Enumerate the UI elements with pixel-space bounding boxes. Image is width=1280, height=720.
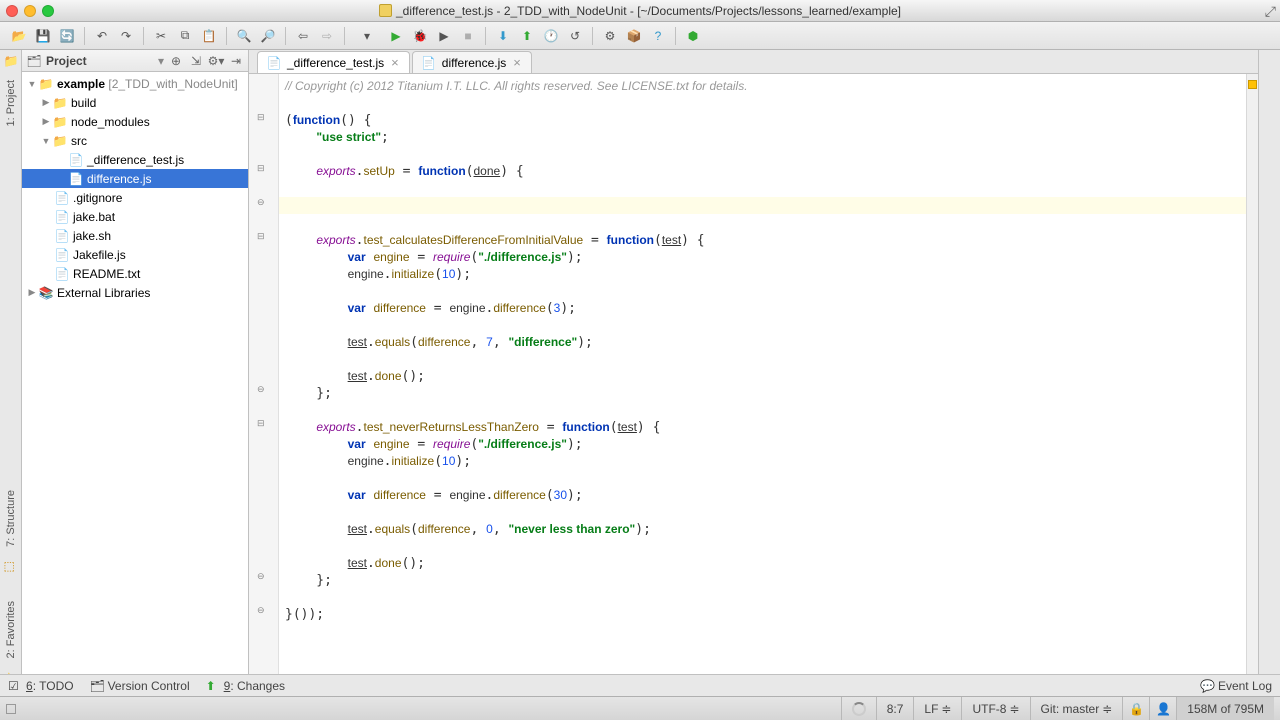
replace-icon[interactable]: 🔎 [257, 25, 279, 47]
vcs-history-icon[interactable]: 🕐 [540, 25, 562, 47]
tree-root[interactable]: ▼📁example [2_TDD_with_NodeUnit] [22, 74, 248, 93]
tree-file-jakefile[interactable]: 📄Jakefile.js [22, 245, 248, 264]
file-icon [379, 4, 392, 17]
code-editor[interactable]: ⊟ ⊟ ⊖ ⊟ ⊖ ⊟ ⊖ ⊖ // Copyright (c) 2012 Ti… [249, 74, 1258, 696]
right-tool-rail [1258, 50, 1280, 696]
window-title: _difference_test.js - 2_TDD_with_NodeUni… [0, 3, 1280, 18]
favorites-tool-label[interactable]: 2: Favorites [5, 595, 17, 664]
project-panel-title: Project [46, 54, 154, 68]
inspector-icon[interactable]: 👤 [1156, 702, 1170, 716]
caret-position[interactable]: 8:7 [876, 697, 914, 720]
vcs-update-icon[interactable]: ⬇ [492, 25, 514, 47]
find-icon[interactable]: 🔍 [233, 25, 255, 47]
vcs-revert-icon[interactable]: ↺ [564, 25, 586, 47]
tree-file-jakebat[interactable]: 📄jake.bat [22, 207, 248, 226]
vcs-tool-button[interactable]: 🗂Version Control [90, 679, 190, 693]
bottom-tool-bar: ☑6: TODO 🗂Version Control ⬆9: Changes 💬E… [0, 674, 1280, 696]
tab-diff[interactable]: 📄difference.js× [412, 51, 532, 73]
vcs-commit-icon[interactable]: ⬆ [516, 25, 538, 47]
stop-icon[interactable]: ■ [457, 25, 479, 47]
save-icon[interactable]: 💾 [32, 25, 54, 47]
editor-tabs: 📄_difference_test.js× 📄difference.js× [249, 50, 1258, 74]
config-dropdown[interactable]: ▾ [351, 25, 383, 47]
close-tab-icon[interactable]: × [511, 55, 523, 70]
close-window-button[interactable] [6, 5, 18, 17]
error-stripe[interactable] [1246, 74, 1258, 696]
project-view-icon[interactable]: 🗂 [26, 53, 42, 69]
minimize-window-button[interactable] [24, 5, 36, 17]
project-tree[interactable]: ▼📁example [2_TDD_with_NodeUnit] ▶📁build … [22, 72, 248, 684]
collapse-icon[interactable]: ⇲ [188, 53, 204, 69]
left-tool-rail: 📁 1: Project 7: Structure ⬚ 2: Favorites… [0, 50, 22, 696]
project-tool-icon[interactable]: 📁 [4, 54, 18, 68]
gear-icon[interactable]: ⚙▾ [208, 53, 224, 69]
changes-tool-button[interactable]: ⬆9: Changes [206, 679, 285, 693]
copy-icon[interactable]: ⧉ [174, 25, 196, 47]
project-panel: 🗂 Project ▾ ⊕ ⇲ ⚙▾ ⇥ ▼📁example [2_TDD_wi… [22, 50, 249, 696]
settings-icon[interactable]: ⚙ [599, 25, 621, 47]
editor-gutter[interactable]: ⊟ ⊟ ⊖ ⊟ ⊖ ⊟ ⊖ ⊖ [249, 74, 279, 696]
hide-panel-icon[interactable]: ⇥ [228, 53, 244, 69]
tree-file-jakesh[interactable]: 📄jake.sh [22, 226, 248, 245]
forward-icon[interactable]: ⇨ [316, 25, 338, 47]
tree-file-difftest[interactable]: 📄_difference_test.js [22, 150, 248, 169]
cut-icon[interactable]: ✂ [150, 25, 172, 47]
git-branch[interactable]: Git: master≑ [1030, 697, 1123, 720]
tree-file-readme[interactable]: 📄README.txt [22, 264, 248, 283]
code-content[interactable]: // Copyright (c) 2012 Titanium I.T. LLC.… [279, 74, 1246, 696]
help-icon[interactable]: ? [647, 25, 669, 47]
structure-tool-label[interactable]: 7: Structure [5, 484, 17, 553]
encoding[interactable]: UTF-8≑ [961, 697, 1029, 720]
tree-folder-src[interactable]: ▼📁src [22, 131, 248, 150]
todo-tool-button[interactable]: ☑6: TODO [8, 679, 74, 693]
project-tool-label[interactable]: 1: Project [5, 74, 17, 132]
tree-folder-build[interactable]: ▶📁build [22, 93, 248, 112]
autoscroll-icon[interactable]: ⊕ [168, 53, 184, 69]
tree-file-diff[interactable]: 📄difference.js [22, 169, 248, 188]
sdk-icon[interactable]: 📦 [623, 25, 645, 47]
sync-icon[interactable]: 🔄 [56, 25, 78, 47]
memory-indicator[interactable]: 158M of 795M [1176, 697, 1274, 720]
eventlog-tool-button[interactable]: 💬Event Log [1200, 679, 1272, 693]
run-icon[interactable]: ▶ [385, 25, 407, 47]
structure-tool-icon[interactable]: ⬚ [4, 559, 18, 573]
back-icon[interactable]: ⇦ [292, 25, 314, 47]
main-toolbar: 📂 💾 🔄 ↶ ↷ ✂ ⧉ 📋 🔍 🔎 ⇦ ⇨ ▾ ▶ 🐞 ▶ ■ ⬇ ⬆ 🕐 … [0, 22, 1280, 50]
coverage-icon[interactable]: ▶ [433, 25, 455, 47]
tab-difftest[interactable]: 📄_difference_test.js× [257, 51, 410, 73]
paste-icon[interactable]: 📋 [198, 25, 220, 47]
close-tab-icon[interactable]: × [389, 55, 401, 70]
progress-spinner-icon [852, 702, 866, 716]
undo-icon[interactable]: ↶ [91, 25, 113, 47]
lock-icon[interactable]: 🔒 [1129, 702, 1143, 716]
tree-folder-nodemodules[interactable]: ▶📁node_modules [22, 112, 248, 131]
warning-marker[interactable] [1248, 80, 1257, 89]
status-bar: 8:7 LF≑ UTF-8≑ Git: master≑ 🔒 👤 158M of … [0, 696, 1280, 720]
line-separator[interactable]: LF≑ [913, 697, 961, 720]
fullscreen-icon[interactable]: ⤢ [1265, 3, 1276, 20]
debug-icon[interactable]: 🐞 [409, 25, 431, 47]
misc-icon[interactable]: ⬢ [682, 25, 704, 47]
open-icon[interactable]: 📂 [8, 25, 30, 47]
tree-file-gitignore[interactable]: 📄.gitignore [22, 188, 248, 207]
window-titlebar: _difference_test.js - 2_TDD_with_NodeUni… [0, 0, 1280, 22]
ui-toggle-icon[interactable] [6, 704, 16, 714]
redo-icon[interactable]: ↷ [115, 25, 137, 47]
tree-external-libraries[interactable]: ▶📚External Libraries [22, 283, 248, 302]
zoom-window-button[interactable] [42, 5, 54, 17]
